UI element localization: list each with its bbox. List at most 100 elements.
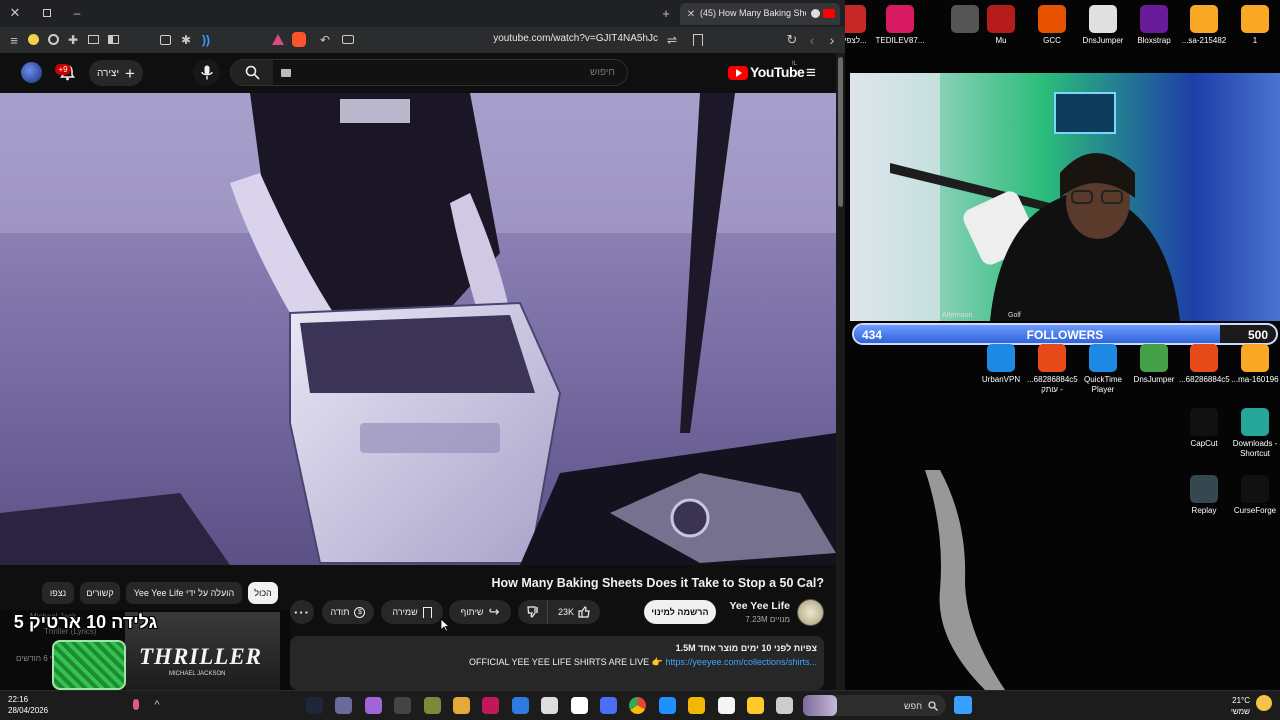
menu-icon[interactable]: ≡ (7, 33, 21, 48)
close-window-icon[interactable]: ✕ (8, 5, 22, 20)
desktop-icon-side-3-icon (1241, 475, 1269, 503)
desktop-icon-side-3-label: CurseForge (1233, 506, 1277, 515)
tray-overflow-icon[interactable]: ^ (151, 698, 163, 712)
taskbar-chrome-icon[interactable] (629, 697, 647, 714)
clock[interactable]: 22:16 28/04/2026 (8, 694, 68, 716)
guide-menu-icon[interactable]: ≡ (802, 63, 820, 82)
taskbar-app-2-icon[interactable] (335, 697, 353, 714)
taskbar-edge-icon[interactable] (658, 697, 676, 714)
minimize-icon[interactable]: – (70, 6, 84, 20)
url-text[interactable]: youtube.com/watch?v=GJIT4NA5hJc (440, 33, 658, 44)
voice-search-button[interactable] (193, 59, 220, 86)
taskbar-app-3-icon[interactable] (364, 697, 382, 714)
desktop-icon-row2-1[interactable]: ...68286884c5 עותק - (1027, 344, 1078, 395)
account-avatar[interactable] (21, 62, 42, 83)
share-button[interactable]: שיתוף ↪ (449, 600, 511, 624)
desktop-icon-row2-4[interactable]: ...68286884c5 (1179, 344, 1230, 385)
desktop-icon-row2-1-icon (1038, 344, 1066, 372)
desktop-icon-side-0[interactable]: CapCut (1179, 408, 1229, 449)
back-icon[interactable]: › (825, 32, 839, 48)
extensions-puzzle-icon[interactable]: ✱ (179, 33, 193, 47)
desktop-icon-side-2[interactable]: Replay (1179, 475, 1229, 516)
extension-pin-icon[interactable]: ✚ (66, 33, 80, 47)
more-actions-button[interactable]: ··· (290, 600, 314, 624)
taskbar-app-4-icon[interactable] (394, 697, 412, 714)
desktop-icon-row2-0[interactable]: UrbanVPN (976, 344, 1026, 385)
microphone-icon (200, 65, 213, 80)
reload-icon[interactable]: ↻ (785, 32, 799, 47)
video-player[interactable] (0, 93, 836, 565)
taskbar-app-8-icon[interactable] (511, 697, 529, 714)
desktop-icon-top-4[interactable]: GCC (1027, 5, 1077, 46)
taskbar-app-16-icon[interactable] (747, 697, 764, 714)
thanks-button[interactable]: תודה $ (322, 600, 374, 624)
page-scrollbar[interactable] (836, 53, 845, 690)
sun-weather-icon (1256, 695, 1272, 711)
brave-rewards-icon[interactable] (272, 34, 284, 45)
taskbar-app-5-icon[interactable] (423, 697, 441, 714)
desktop-icon-row2-5[interactable]: ...ma-160196 (1230, 344, 1280, 385)
desktop-icon-row2-3[interactable]: DnsJumper (1129, 344, 1179, 385)
desktop-icon-side-1[interactable]: Downloads - Shortcut (1230, 408, 1280, 459)
chip-all[interactable]: הכול (248, 582, 278, 604)
taskbar-file-explorer-icon[interactable] (688, 697, 706, 714)
desktop-icon-top-8[interactable]: 1 (1230, 5, 1280, 46)
brave-shields-icon[interactable] (292, 32, 306, 47)
split-view-icon[interactable] (108, 35, 119, 44)
close-tab-icon[interactable]: ✕ (685, 7, 697, 21)
taskbar-app-6-icon[interactable] (453, 697, 470, 714)
weather-temp: 21°C (1232, 696, 1250, 705)
search-input[interactable] (295, 62, 621, 83)
chip-related[interactable]: קשורים (80, 582, 120, 604)
channel-avatar[interactable] (797, 599, 824, 626)
chip-watched[interactable]: נצפו (42, 582, 74, 604)
search-button[interactable] (231, 60, 273, 85)
mic-icon[interactable] (133, 699, 139, 710)
desktop-icon-top-8-label: 1 (1252, 36, 1258, 45)
taskbar-app-7-icon[interactable] (482, 697, 500, 714)
desktop-icon-top-7[interactable]: ...sa-215482 (1179, 5, 1229, 46)
maximize-icon[interactable] (40, 6, 54, 20)
undo-icon[interactable]: ↶ (318, 33, 332, 47)
tab-youtube[interactable]: ✕ (45) How Many Baking Shee (680, 3, 840, 25)
vpn-icon[interactable]: )) (199, 33, 213, 47)
search-box[interactable] (230, 59, 628, 86)
sidebar-icon[interactable] (88, 35, 99, 44)
extension-ring-icon[interactable] (48, 34, 59, 45)
desktop-icon-top-1[interactable]: TEDILEV87... (875, 5, 925, 46)
description-box[interactable]: 1.5M צפיות לפני 10 ימים מוצר אחד OFFICIA… (290, 636, 824, 690)
desktop-icon-top-3[interactable]: Mu (976, 5, 1026, 46)
desktop-icon-top-6[interactable]: Bloxstrap (1129, 5, 1179, 46)
weather-widget[interactable]: 21°C שמשי (1205, 695, 1250, 717)
new-tab-icon[interactable]: + (659, 6, 673, 21)
desktop-icon-top-5-label: DnsJumper (1082, 36, 1124, 45)
taskbar-store-icon[interactable] (717, 697, 735, 714)
taskbar-app-9-icon[interactable] (541, 697, 559, 714)
forward-icon[interactable]: ‹ (805, 33, 819, 48)
dislike-button[interactable] (518, 600, 548, 624)
chip-uploaded-by[interactable]: Yee Yee Life הועלה על ידי (126, 582, 242, 604)
taskbar-chatgpt-icon[interactable] (570, 697, 588, 714)
audio-icon[interactable] (811, 9, 820, 18)
taskbar-app-11-icon[interactable] (600, 697, 617, 714)
create-button[interactable]: יצירה + (89, 60, 143, 86)
like-button[interactable]: 23K (550, 600, 598, 624)
desktop-icon-top-5[interactable]: DnsJumper (1078, 5, 1128, 46)
site-settings-icon[interactable]: ⇌ (665, 33, 679, 47)
desktop-icon-top-0[interactable]: לצפייה... (845, 5, 877, 46)
bookmark-icon[interactable] (693, 34, 703, 46)
description-link[interactable]: https://yeeyee.com/collections/shirts... (665, 657, 817, 667)
extension-lemon-icon[interactable] (28, 34, 39, 45)
desktop-icon-side-3[interactable]: CurseForge (1230, 475, 1280, 516)
scrollbar-thumb[interactable] (838, 57, 843, 207)
wallet-icon[interactable] (160, 35, 171, 45)
subscribe-button[interactable]: הרשמה למינוי (644, 600, 716, 624)
description-line: OFFICIAL YEE YEE LIFE SHIRTS ARE LIVE 👉 … (290, 657, 817, 668)
taskbar-app-17-icon[interactable] (776, 697, 794, 714)
save-button[interactable]: שמירה (381, 600, 443, 624)
windows-start-icon[interactable] (954, 696, 972, 714)
desktop-icon-row2-2[interactable]: QuickTime Player (1078, 344, 1128, 395)
keyboard-icon[interactable] (281, 69, 291, 77)
screenshot-icon[interactable] (342, 35, 354, 44)
taskbar-steam-icon[interactable] (306, 697, 323, 714)
